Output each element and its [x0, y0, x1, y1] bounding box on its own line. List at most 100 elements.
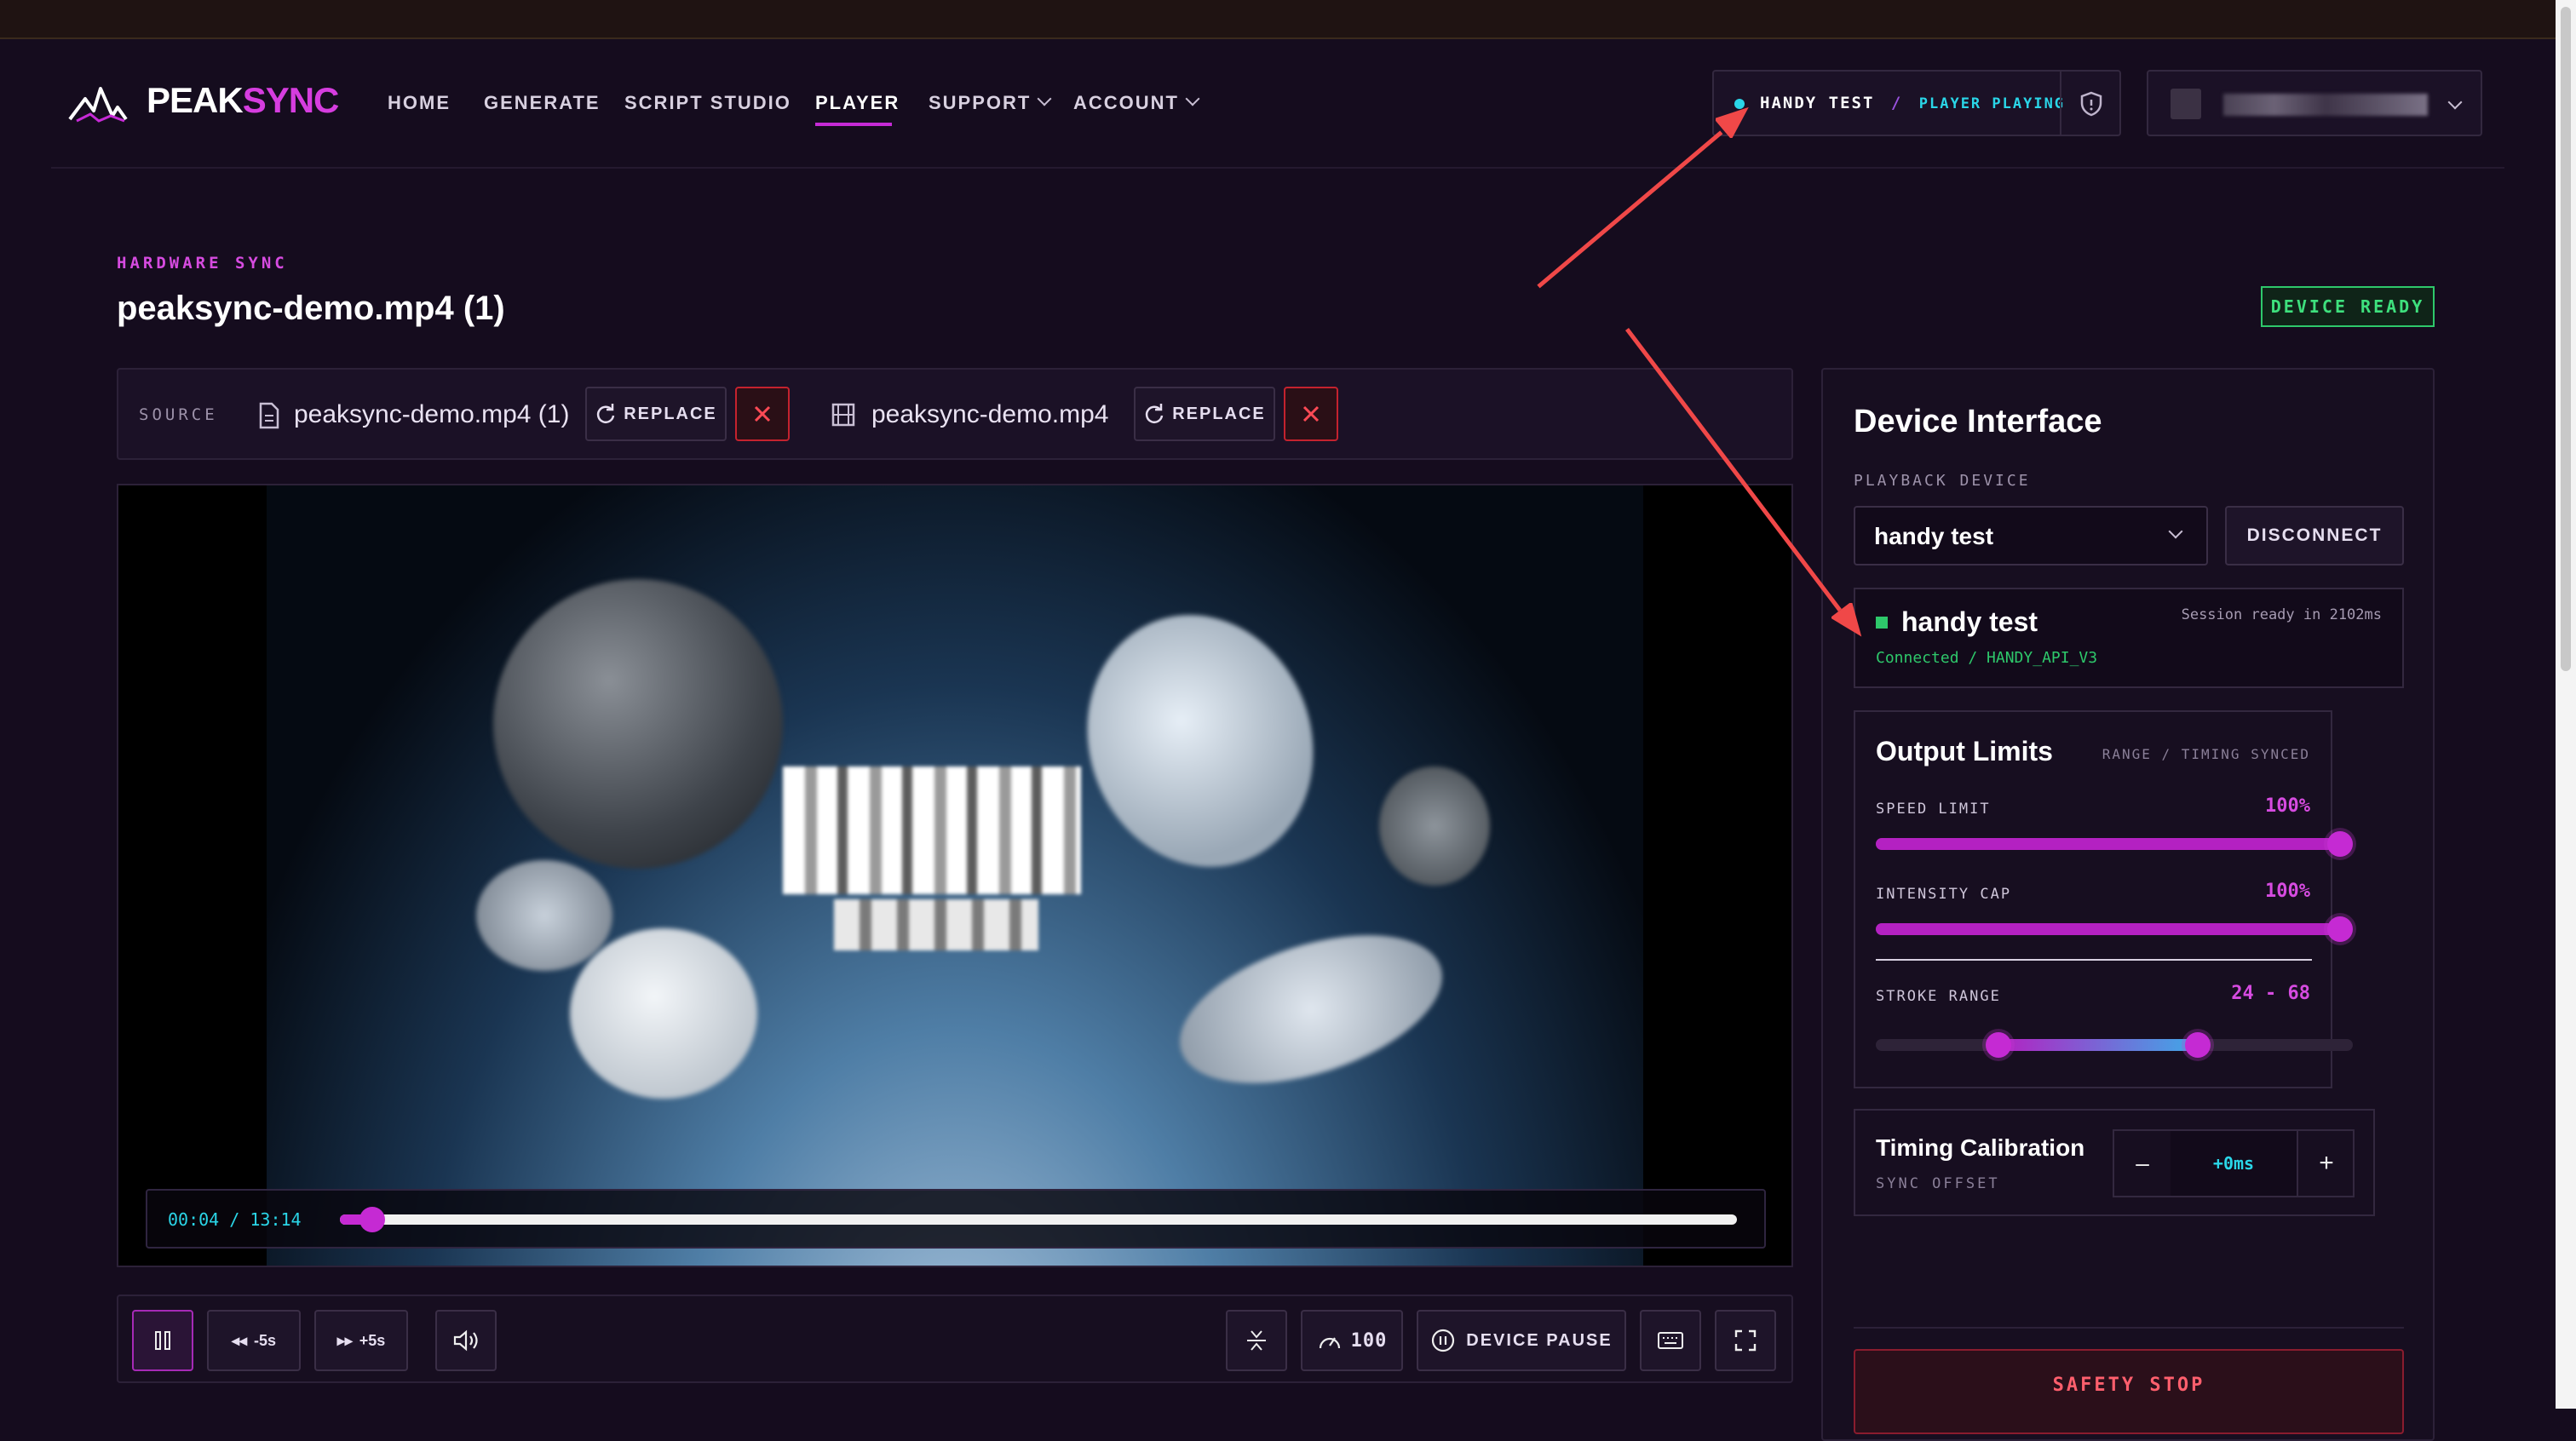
- sync-offset-stepper: – +0ms +: [2113, 1129, 2355, 1197]
- status-pill[interactable]: HANDY TEST / PLAYER PLAYING: [1712, 70, 2121, 136]
- stroke-range-fill: [1998, 1039, 2198, 1051]
- device-pause-button[interactable]: DEVICE PAUSE: [1417, 1310, 1626, 1371]
- stroke-max-handle[interactable]: [2185, 1032, 2211, 1058]
- avatar: [2171, 89, 2201, 119]
- sync-icon: [1247, 1330, 1266, 1351]
- pause-button[interactable]: [132, 1310, 193, 1371]
- remove-script-button[interactable]: [735, 387, 790, 441]
- refresh-icon: [1146, 404, 1164, 423]
- device-panel-title: Device Interface: [1854, 404, 2102, 439]
- video-file-name: peaksync-demo.mp4: [871, 400, 1109, 428]
- keyboard-button[interactable]: [1640, 1310, 1701, 1371]
- seek-bar[interactable]: [340, 1207, 1737, 1232]
- control-bar: ◂◂ -5s ▸▸ +5s 100 DEVICE PAUSE: [117, 1295, 1793, 1383]
- video-object: [1379, 766, 1490, 886]
- shield-icon[interactable]: [2079, 90, 2104, 118]
- page-title: peaksync-demo.mp4 (1): [117, 290, 505, 327]
- output-limits-title: Output Limits: [1876, 736, 2053, 766]
- intensity-cap-value: 100%: [2265, 881, 2310, 902]
- pause-circle-icon: [1432, 1329, 1455, 1352]
- connected-indicator: [1876, 617, 1888, 629]
- device-select[interactable]: handy test: [1854, 506, 2208, 565]
- chevron-down-icon[interactable]: [1037, 91, 1052, 106]
- intensity-cap-handle[interactable]: [2327, 916, 2353, 942]
- video-object: [834, 899, 1038, 950]
- brand-peak: PEAK: [147, 80, 244, 120]
- replace-video-button[interactable]: REPLACE: [1134, 387, 1275, 441]
- seek-bar-handle[interactable]: [359, 1207, 385, 1232]
- replace-script-button[interactable]: REPLACE: [585, 387, 727, 441]
- annotation-arrowhead: [1713, 100, 1753, 140]
- playback-device-label: PLAYBACK DEVICE: [1854, 472, 2031, 490]
- volume-icon: [453, 1329, 478, 1352]
- file-icon: [258, 402, 280, 429]
- stroke-range-slider[interactable]: [1876, 1032, 2353, 1058]
- gauge-icon: [1319, 1337, 1340, 1349]
- timing-title: Timing Calibration: [1876, 1134, 2085, 1161]
- forward-button[interactable]: ▸▸ +5s: [314, 1310, 408, 1371]
- video-object: [476, 860, 612, 971]
- refresh-icon: [597, 404, 615, 423]
- status-state: PLAYER PLAYING: [1918, 95, 2066, 112]
- rewind-label: -5s: [254, 1331, 277, 1349]
- fullscreen-icon: [1734, 1329, 1757, 1352]
- nav-home[interactable]: HOME: [388, 92, 451, 114]
- session-ready-text: Session ready in 2102ms: [2181, 606, 2382, 623]
- fullscreen-button[interactable]: [1715, 1310, 1776, 1371]
- speed-limit-handle[interactable]: [2327, 831, 2353, 857]
- device-ready-badge: DEVICE READY: [2261, 286, 2435, 327]
- replace-label: REPLACE: [1172, 404, 1266, 423]
- device-status-card: handy test Session ready in 2102ms Conne…: [1854, 588, 2404, 688]
- video-object: [783, 766, 1081, 894]
- timing-calibration-card: Timing Calibration SYNC OFFSET – +0ms +: [1854, 1109, 2375, 1216]
- close-icon: [1302, 405, 1320, 422]
- account-menu[interactable]: [2147, 70, 2482, 136]
- stroke-min-handle[interactable]: [1986, 1032, 2011, 1058]
- brand-wordmark[interactable]: PEAKSYNC: [147, 80, 339, 121]
- sync-button[interactable]: [1226, 1310, 1287, 1371]
- speed-limit-label: SPEED LIMIT: [1876, 801, 1991, 818]
- offset-decrease-button[interactable]: –: [2114, 1131, 2172, 1196]
- stroke-range-label: STROKE RANGE: [1876, 988, 2001, 1005]
- replace-label: REPLACE: [624, 404, 717, 423]
- stroke-range-value: 24 - 68: [2231, 983, 2310, 1004]
- safety-stop-button[interactable]: SAFETY STOP: [1854, 1349, 2404, 1434]
- browser-top-strip: [0, 0, 2556, 39]
- scrollbar-thumb[interactable]: [2561, 7, 2571, 671]
- script-file-name: peaksync-demo.mp4 (1): [294, 400, 570, 428]
- nav-active-underline: [815, 123, 892, 126]
- offset-increase-button[interactable]: +: [2297, 1131, 2355, 1196]
- nav-account[interactable]: ACCOUNT: [1073, 92, 1179, 114]
- video-object: [493, 579, 783, 869]
- output-limits-card: Output Limits RANGE / TIMING SYNCED SPEE…: [1854, 710, 2353, 1088]
- rewind-button[interactable]: ◂◂ -5s: [207, 1310, 301, 1371]
- intensity-cap-slider[interactable]: [1876, 916, 2353, 942]
- video-player[interactable]: 00:04 / 13:14: [117, 484, 1793, 1267]
- redacted-account-name: [2223, 94, 2428, 116]
- speed-limit-slider[interactable]: [1876, 831, 2353, 857]
- disconnect-button[interactable]: DISCONNECT: [2225, 506, 2404, 565]
- status-separator: /: [1890, 94, 1903, 112]
- status-device: HANDY TEST: [1760, 94, 1875, 112]
- rewind-icon: ◂◂: [231, 1331, 248, 1349]
- timing-subtitle: SYNC OFFSET: [1876, 1175, 2000, 1192]
- offset-value[interactable]: +0ms: [2171, 1131, 2297, 1196]
- intensity-cap-fill: [1876, 923, 2349, 935]
- nav-script-studio[interactable]: SCRIPT STUDIO: [624, 92, 791, 114]
- remove-video-button[interactable]: [1284, 387, 1338, 441]
- volume-button[interactable]: [435, 1310, 497, 1371]
- chevron-down-icon[interactable]: [2447, 95, 2463, 110]
- logo-mountain-icon[interactable]: [68, 82, 128, 124]
- speed-button[interactable]: 100: [1301, 1310, 1403, 1371]
- page-eyebrow: HARDWARE SYNC: [117, 254, 288, 273]
- player-timeline: 00:04 / 13:14: [146, 1189, 1766, 1249]
- limits-divider: [1876, 959, 2312, 961]
- source-bar: SOURCE peaksync-demo.mp4 (1) REPLACE pea…: [117, 368, 1793, 460]
- fast-forward-icon: ▸▸: [336, 1331, 353, 1349]
- nav-support[interactable]: SUPPORT: [929, 92, 1031, 114]
- nav-generate[interactable]: GENERATE: [484, 92, 601, 114]
- header-divider: [51, 167, 2504, 169]
- nav-player[interactable]: PLAYER: [815, 92, 900, 114]
- current-time: 00:04: [168, 1209, 220, 1230]
- chevron-down-icon[interactable]: [1185, 91, 1200, 106]
